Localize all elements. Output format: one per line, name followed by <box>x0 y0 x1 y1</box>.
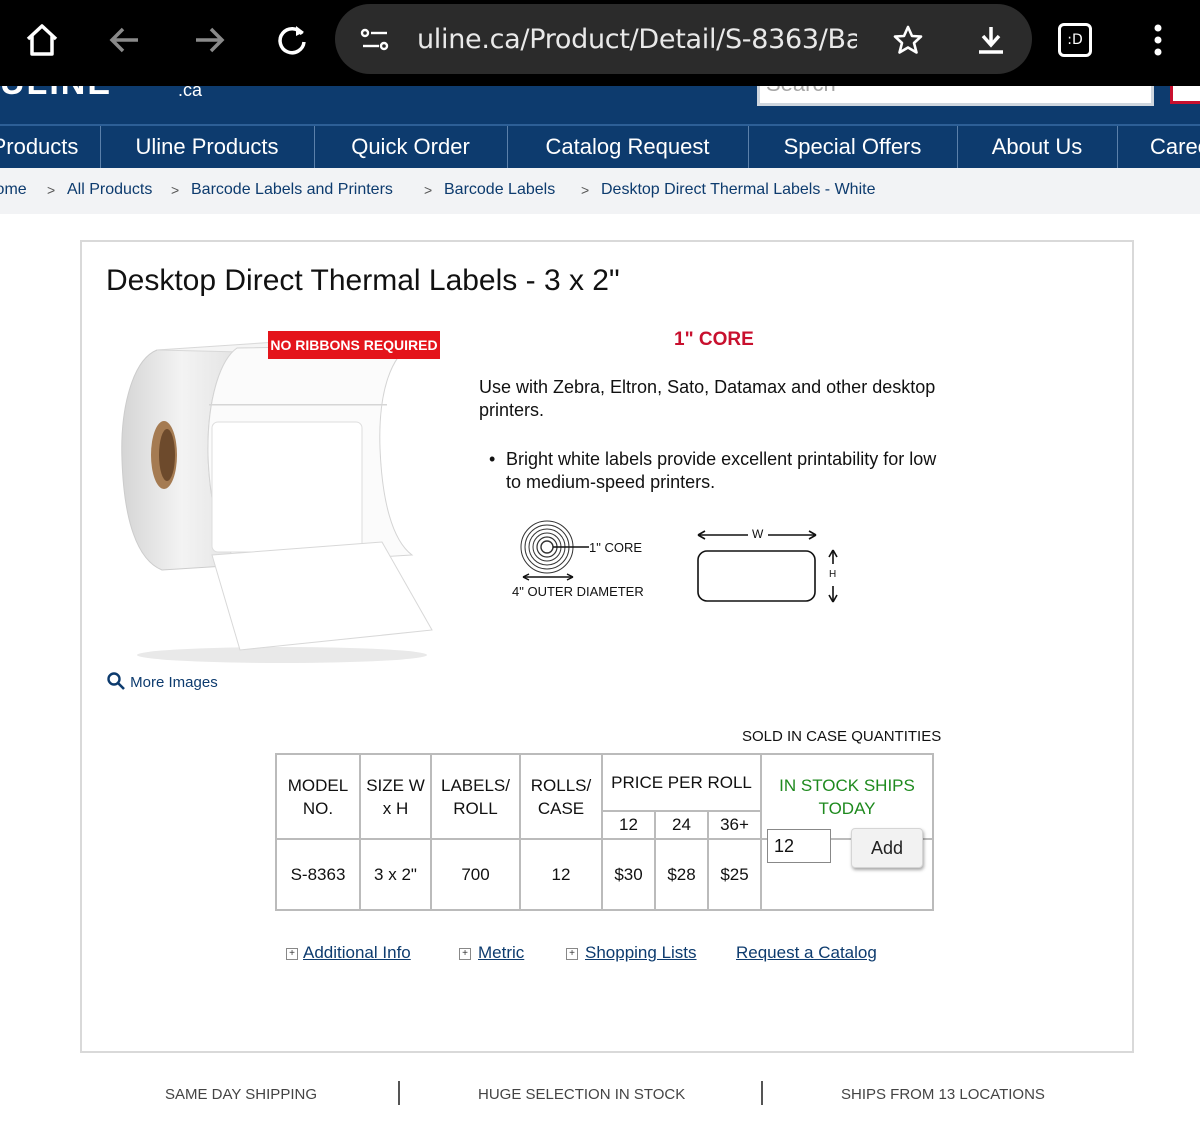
menu-kebab-icon[interactable] <box>1132 14 1184 66</box>
label-dimension-diagram <box>697 530 838 603</box>
search-button[interactable] <box>1170 86 1200 104</box>
quantity-input[interactable] <box>767 829 831 863</box>
breadcrumb-separator: > <box>47 182 56 198</box>
breadcrumb-all-products[interactable]: All Products <box>67 181 152 199</box>
product-image[interactable] <box>112 330 442 665</box>
table-row: S-8363 3 x 2" 700 12 $30 $28 $25 <box>275 838 934 911</box>
shopping-lists-link[interactable]: Shopping Lists <box>585 943 697 963</box>
breadcrumb-barcode-labels[interactable]: Barcode Labels <box>444 181 555 199</box>
nav-item-uline-products[interactable]: Uline Products <box>100 126 315 168</box>
breadcrumb: Home > All Products > Barcode Labels and… <box>0 168 1200 214</box>
nav-item-careers[interactable]: Careers <box>1117 126 1200 168</box>
reload-icon[interactable] <box>266 14 318 66</box>
magnifier-icon <box>107 672 125 690</box>
home-icon[interactable] <box>16 14 68 66</box>
expand-plus-icon[interactable]: + <box>566 948 578 960</box>
breadcrumb-separator: > <box>171 182 180 198</box>
site-header: ULINE .ca Search <box>0 86 1200 124</box>
footer-divider <box>761 1081 763 1105</box>
header-tier-36: 36+ <box>707 810 762 840</box>
cell-size: 3 x 2" <box>359 838 432 911</box>
footer-same-day-shipping: SAME DAY SHIPPING <box>165 1086 317 1103</box>
search-input[interactable]: Search <box>757 86 1154 106</box>
footer-huge-selection: HUGE SELECTION IN STOCK <box>478 1086 686 1103</box>
footer-divider <box>398 1081 400 1105</box>
breadcrumb-separator: > <box>424 182 433 198</box>
logo[interactable]: ULINE <box>0 86 112 103</box>
page-title: Desktop Direct Thermal Labels - 3 x 2" <box>106 264 620 297</box>
cell-rolls: 12 <box>519 838 603 911</box>
search-placeholder: Search <box>766 86 836 97</box>
metric-link[interactable]: Metric <box>478 943 524 963</box>
outer-diameter-label: 4" OUTER DIAMETER <box>512 584 644 599</box>
cell-price-36: $25 <box>707 838 762 911</box>
pricing-table: MODEL NO. SIZE W x H LABELS/ ROLL ROLLS/… <box>275 753 934 911</box>
forward-icon[interactable] <box>183 14 235 66</box>
header-rolls-per-case: ROLLS/ CASE <box>519 753 603 840</box>
header-in-stock: IN STOCK SHIPS TODAY <box>760 753 934 840</box>
tab-count: :D <box>1058 23 1092 57</box>
bookmark-star-icon[interactable] <box>882 14 934 66</box>
browser-toolbar: uline.ca/Product/Detail/S-8363/Barcode-L… <box>0 0 1200 86</box>
feature-bullet: Bright white labels provide excellent pr… <box>506 449 937 492</box>
tab-switcher-icon[interactable]: :D <box>1049 14 1101 66</box>
header-tier-24: 24 <box>654 810 709 840</box>
url-text[interactable]: uline.ca/Product/Detail/S-8363/Barcode-L… <box>417 20 857 60</box>
header-tier-12: 12 <box>601 810 656 840</box>
cell-price-24: $28 <box>654 838 709 911</box>
cell-model: S-8363 <box>275 838 361 911</box>
additional-info-link[interactable]: Additional Info <box>303 943 411 963</box>
header-price-per-roll: PRICE PER ROLL <box>601 753 762 812</box>
nav-item-special-offers[interactable]: Special Offers <box>748 126 958 168</box>
nav-item-products[interactable]: Products <box>0 126 101 168</box>
expand-plus-icon[interactable]: + <box>459 948 471 960</box>
nav-item-quick-order[interactable]: Quick Order <box>314 126 508 168</box>
product-description: Use with Zebra, Eltron, Sato, Datamax an… <box>479 377 936 420</box>
breadcrumb-home[interactable]: Home <box>0 181 27 199</box>
height-label: H <box>829 569 837 580</box>
breadcrumb-separator: > <box>581 182 590 198</box>
no-ribbons-badge: NO RIBBONS REQUIRED <box>268 331 440 359</box>
core-diagram-label: 1" CORE <box>589 540 643 555</box>
core-heading: 1" CORE <box>674 329 754 350</box>
breadcrumb-barcode-labels-printers[interactable]: Barcode Labels and Printers <box>191 181 393 199</box>
request-catalog-link[interactable]: Request a Catalog <box>736 943 877 963</box>
nav-item-about-us[interactable]: About Us <box>957 126 1118 168</box>
expand-plus-icon[interactable]: + <box>286 948 298 960</box>
header-labels-per-roll: LABELS/ ROLL <box>430 753 521 840</box>
more-images-link[interactable]: More Images <box>106 671 218 691</box>
back-icon[interactable] <box>99 14 151 66</box>
footer-ships-locations: SHIPS FROM 13 LOCATIONS <box>841 1086 1045 1103</box>
site-settings-icon[interactable] <box>349 14 401 66</box>
more-images-label: More Images <box>130 674 218 691</box>
width-label: W <box>752 527 764 541</box>
header-size: SIZE W x H <box>359 753 432 840</box>
header-model: MODEL NO. <box>275 753 361 840</box>
nav-item-catalog-request[interactable]: Catalog Request <box>507 126 749 168</box>
download-icon[interactable] <box>965 14 1017 66</box>
breadcrumb-current[interactable]: Desktop Direct Thermal Labels - White <box>601 181 875 199</box>
add-to-cart-button[interactable]: Add <box>851 828 923 868</box>
cell-price-12: $30 <box>601 838 656 911</box>
main-nav: Products Uline Products Quick Order Cata… <box>0 124 1200 168</box>
logo-suffix: .ca <box>178 86 203 100</box>
sold-in-case-note: SOLD IN CASE QUANTITIES <box>742 728 942 745</box>
cell-labels: 700 <box>430 838 521 911</box>
